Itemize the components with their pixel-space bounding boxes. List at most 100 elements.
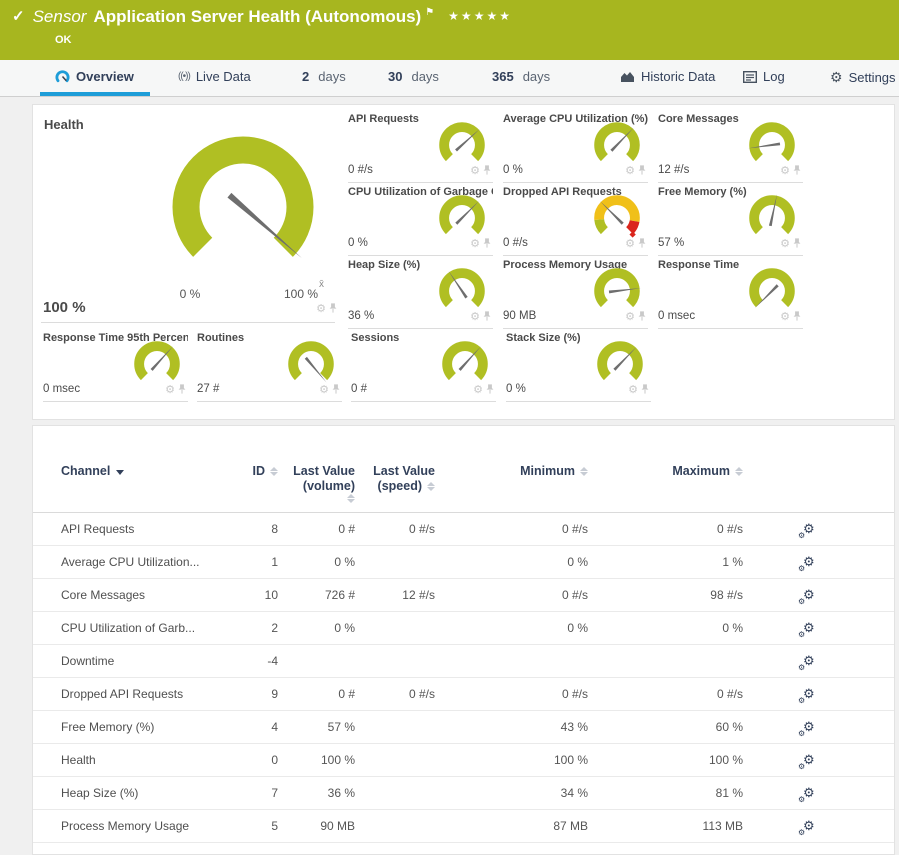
pin-icon[interactable] xyxy=(483,165,491,175)
gear-icon[interactable] xyxy=(780,161,790,179)
channel-name[interactable]: Health xyxy=(33,753,241,767)
edit-channel-gears-icon[interactable] xyxy=(803,786,815,799)
maximum-value: 0 % xyxy=(588,621,743,635)
pin-icon[interactable] xyxy=(638,165,646,175)
tab-live-data[interactable]: ((•)) Live Data xyxy=(178,69,251,84)
gear-icon[interactable] xyxy=(628,380,638,398)
table-row[interactable]: Dropped API Requests 9 0 # 0 #/s 0 #/s 0… xyxy=(33,678,894,711)
sort-icon xyxy=(735,467,743,476)
gauge-tile-core-messages[interactable]: Core Messages 12 #/s xyxy=(658,113,803,183)
edit-channel-gears-icon[interactable] xyxy=(803,654,815,667)
tab-overview[interactable]: Overview xyxy=(55,69,134,84)
gauge-tile-response-time-95th[interactable]: Response Time 95th Percentile 0 msec xyxy=(43,332,188,402)
column-header-channel[interactable]: Channel xyxy=(33,426,241,512)
gear-icon[interactable] xyxy=(470,234,480,252)
tab-365-days[interactable]: 365days xyxy=(492,69,550,84)
gear-icon[interactable] xyxy=(165,380,175,398)
pin-icon[interactable] xyxy=(178,384,186,394)
edit-channel-gears-icon[interactable] xyxy=(803,819,815,832)
pin-icon[interactable] xyxy=(638,238,646,248)
pin-icon[interactable] xyxy=(638,311,646,321)
pin-icon[interactable] xyxy=(793,311,801,321)
table-row[interactable]: Free Memory (%) 4 57 % 43 % 60 % xyxy=(33,711,894,744)
pin-icon[interactable] xyxy=(641,384,649,394)
minimum-value: 43 % xyxy=(435,720,588,734)
last-value-volume: 726 # xyxy=(278,588,355,602)
edit-channel-gears-icon[interactable] xyxy=(803,753,815,766)
health-gauge-tile[interactable]: Health 0 % 100 % x̄ 100 % xyxy=(33,105,345,323)
table-row[interactable]: Process Memory Usage 5 90 MB 87 MB 113 M… xyxy=(33,810,894,843)
pin-icon[interactable] xyxy=(483,238,491,248)
channel-name[interactable]: Core Messages xyxy=(33,588,241,602)
channel-name[interactable]: Process Memory Usage xyxy=(33,819,241,833)
edit-channel-gears-icon[interactable] xyxy=(803,555,815,568)
column-header-id[interactable]: ID xyxy=(241,426,278,512)
table-row[interactable]: Average CPU Utilization... 1 0 % 0 % 1 % xyxy=(33,546,894,579)
gauge-tile-routines[interactable]: Routines 27 # xyxy=(197,332,342,402)
gear-icon[interactable] xyxy=(470,161,480,179)
column-header-last-value-volume[interactable]: Last Value(volume) xyxy=(278,426,355,512)
gauge-tile-cpu-garbage-collector[interactable]: CPU Utilization of Garbage C... 0 % xyxy=(348,186,493,256)
gauge-tile-free-memory[interactable]: Free Memory (%) 57 % xyxy=(658,186,803,256)
gauge-tile-dropped-api-requests[interactable]: Dropped API Requests 0 #/s xyxy=(503,186,648,256)
edit-channel-gears-icon[interactable] xyxy=(803,687,815,700)
priority-stars[interactable]: ★★★★★ xyxy=(448,9,512,23)
column-header-maximum[interactable]: Maximum xyxy=(588,426,743,512)
tab-log[interactable]: Log xyxy=(743,69,785,84)
gauge-tile-average-cpu[interactable]: Average CPU Utilization (%) 0 % xyxy=(503,113,648,183)
gear-icon[interactable] xyxy=(780,307,790,325)
sensor-header: Sensor Application Server Health (Autono… xyxy=(0,0,899,60)
gear-icon[interactable] xyxy=(625,161,635,179)
channel-name[interactable]: Average CPU Utilization... xyxy=(33,555,241,569)
table-row[interactable]: Core Messages 10 726 # 12 #/s 0 #/s 98 #… xyxy=(33,579,894,612)
minimum-value: 0 % xyxy=(435,621,588,635)
table-row[interactable]: Health 0 100 % 100 % 100 % xyxy=(33,744,894,777)
pin-icon[interactable] xyxy=(486,384,494,394)
gear-icon[interactable] xyxy=(316,299,326,317)
edit-channel-gears-icon[interactable] xyxy=(803,720,815,733)
table-row[interactable]: API Requests 8 0 # 0 #/s 0 #/s 0 #/s xyxy=(33,513,894,546)
table-row[interactable]: CPU Utilization of Garb... 2 0 % 0 % 0 % xyxy=(33,612,894,645)
gear-icon[interactable] xyxy=(473,380,483,398)
gear-icon[interactable] xyxy=(470,307,480,325)
pin-icon[interactable] xyxy=(329,303,337,313)
channel-name[interactable]: CPU Utilization of Garb... xyxy=(33,621,241,635)
pin-icon[interactable] xyxy=(793,238,801,248)
table-row[interactable]: Heap Size (%) 7 36 % 34 % 81 % xyxy=(33,777,894,810)
gear-icon[interactable] xyxy=(625,307,635,325)
tab-2-days[interactable]: 2days xyxy=(302,69,346,84)
channel-name[interactable]: Downtime xyxy=(33,654,241,668)
channel-name[interactable]: Heap Size (%) xyxy=(33,786,241,800)
gear-icon[interactable] xyxy=(625,234,635,252)
column-header-minimum[interactable]: Minimum xyxy=(435,426,588,512)
maximum-value: 1 % xyxy=(588,555,743,569)
channel-id: 8 xyxy=(241,522,278,536)
tab-settings[interactable]: Settings xyxy=(830,69,896,86)
tab-30-days[interactable]: 30days xyxy=(388,69,439,84)
gauge-tile-api-requests[interactable]: API Requests 0 #/s xyxy=(348,113,493,183)
settings-gear-icon xyxy=(830,69,843,86)
channel-name[interactable]: Dropped API Requests xyxy=(33,687,241,701)
edit-channel-gears-icon[interactable] xyxy=(803,522,815,535)
channel-name[interactable]: Free Memory (%) xyxy=(33,720,241,734)
pin-icon[interactable] xyxy=(793,165,801,175)
gauge-tile-sessions[interactable]: Sessions 0 # xyxy=(351,332,496,402)
gauge-tile-process-memory[interactable]: Process Memory Usage 90 MB xyxy=(503,259,648,329)
gauge-tile-stack-size[interactable]: Stack Size (%) 0 % xyxy=(506,332,651,402)
column-header-last-value-speed[interactable]: Last Value(speed) xyxy=(355,426,435,512)
table-row[interactable]: Downtime -4 xyxy=(33,645,894,678)
minimum-value: 34 % xyxy=(435,786,588,800)
last-value-volume: 57 % xyxy=(278,720,355,734)
gauge-tile-heap-size[interactable]: Heap Size (%) 36 % xyxy=(348,259,493,329)
pin-icon[interactable] xyxy=(332,384,340,394)
channel-name[interactable]: API Requests xyxy=(33,522,241,536)
edit-channel-gears-icon[interactable] xyxy=(803,588,815,601)
edit-channel-gears-icon[interactable] xyxy=(803,621,815,634)
gear-icon[interactable] xyxy=(319,380,329,398)
gauge-tile-response-time[interactable]: Response Time 0 msec xyxy=(658,259,803,329)
divider xyxy=(41,322,335,323)
priority-flag-icon[interactable] xyxy=(421,7,434,25)
gear-icon[interactable] xyxy=(780,234,790,252)
pin-icon[interactable] xyxy=(483,311,491,321)
tab-historic-data[interactable]: Historic Data xyxy=(620,69,715,84)
